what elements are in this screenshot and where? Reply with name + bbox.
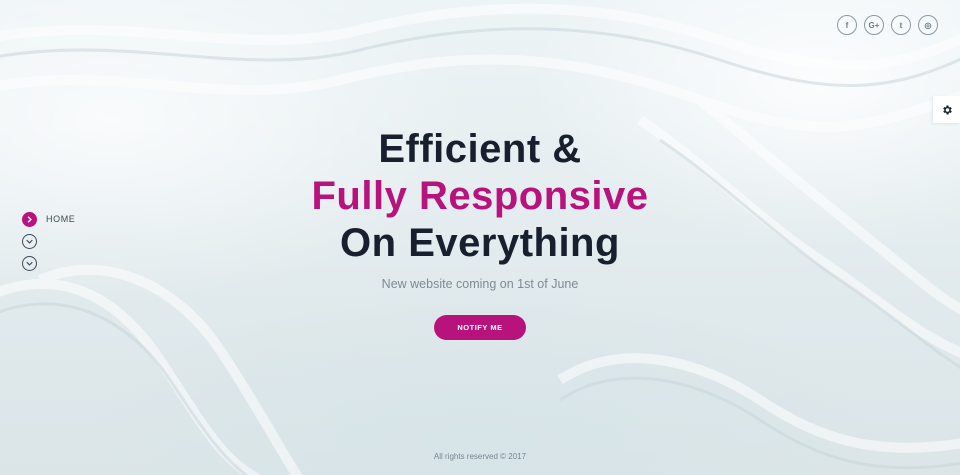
google-plus-icon[interactable]: G+ <box>864 15 884 35</box>
gear-icon <box>942 105 952 114</box>
footer-copyright: All rights reserved © 2017 <box>433 452 527 461</box>
headline-line-3: On Everything <box>340 221 620 265</box>
hero-subtitle: New website coming on 1st of June <box>381 277 579 291</box>
twitter-icon[interactable]: t <box>891 15 911 35</box>
instagram-icon[interactable]: ◎ <box>918 15 938 35</box>
headline-line-1: Efficient & <box>378 127 582 171</box>
facebook-icon[interactable]: f <box>837 15 857 35</box>
hero-headline: Efficient & Fully Responsive On Everythi… <box>0 126 960 267</box>
notify-me-button[interactable]: NOTIFY ME <box>434 315 526 340</box>
headline-line-2: Fully Responsive <box>311 174 649 218</box>
hero-section: Efficient & Fully Responsive On Everythi… <box>0 126 960 340</box>
social-links: f G+ t ◎ <box>837 15 938 35</box>
settings-button[interactable] <box>933 96 960 123</box>
